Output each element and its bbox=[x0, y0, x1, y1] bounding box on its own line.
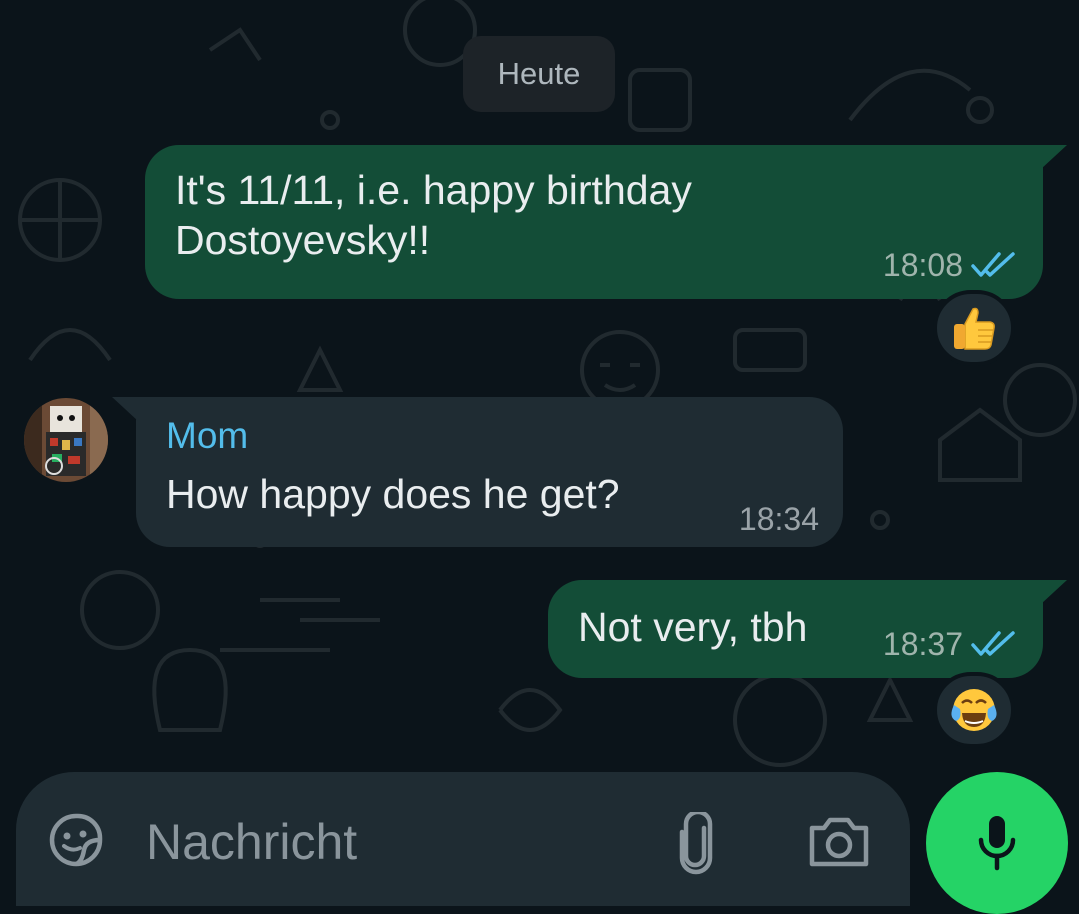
avatar-image bbox=[24, 398, 108, 482]
message-time: 18:37 bbox=[882, 626, 963, 662]
message-time: 18:08 bbox=[882, 247, 963, 283]
message-text-line: Dostoyevsky!! bbox=[175, 217, 431, 263]
message-text-line: It's 11/11, i.e. happy birthday bbox=[175, 167, 692, 213]
bubble-tail bbox=[112, 397, 138, 421]
message-meta: 18:08 bbox=[883, 245, 1017, 285]
reaction-thumbs-up[interactable] bbox=[933, 290, 1015, 366]
message-time: 18:34 bbox=[738, 501, 819, 537]
outgoing-message[interactable]: It's 11/11, i.e. happy birthday Dostoyev… bbox=[145, 145, 1067, 299]
message-meta: 18:34 bbox=[739, 499, 819, 539]
avatar[interactable] bbox=[24, 398, 108, 482]
bubble-tail bbox=[1041, 580, 1067, 604]
attach-icon[interactable] bbox=[671, 809, 721, 881]
mic-button[interactable] bbox=[926, 772, 1068, 914]
camera-icon[interactable] bbox=[806, 814, 872, 875]
reaction-tears-of-joy[interactable] bbox=[933, 672, 1015, 748]
message-text: How happy does he get? bbox=[166, 471, 620, 517]
message-meta: 18:37 bbox=[883, 624, 1017, 664]
sticker-icon[interactable] bbox=[46, 810, 106, 875]
bubble-tail bbox=[1041, 145, 1067, 169]
mic-icon bbox=[978, 816, 1016, 871]
double-check-read-icon bbox=[971, 250, 1017, 280]
thumbs-up-icon bbox=[954, 307, 995, 350]
message-input[interactable]: Nachricht bbox=[146, 812, 357, 872]
tears-of-joy-icon bbox=[951, 689, 997, 731]
outgoing-message[interactable]: Not very, tbh 18:37 bbox=[548, 580, 1067, 678]
sender-name[interactable]: Mom bbox=[166, 415, 813, 457]
double-check-read-icon bbox=[971, 629, 1017, 659]
date-separator: Heute bbox=[463, 36, 615, 112]
message-composer: Nachricht bbox=[16, 772, 910, 906]
incoming-message[interactable]: Mom How happy does he get? 18:34 bbox=[112, 397, 843, 547]
